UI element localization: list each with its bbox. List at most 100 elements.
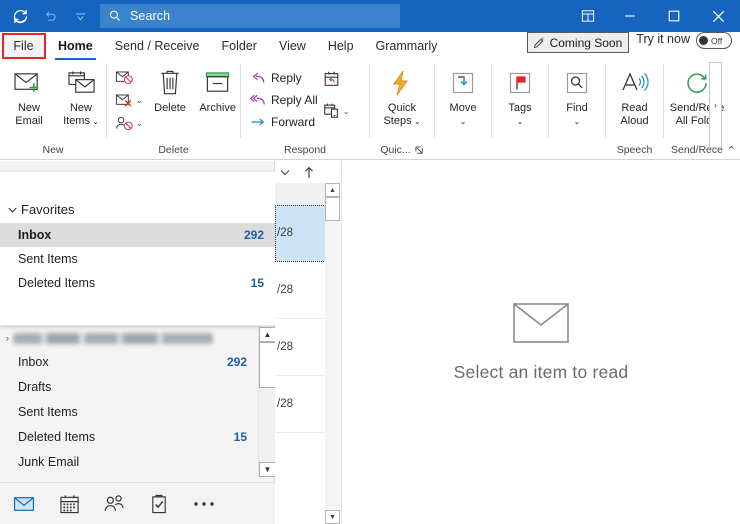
main-area: Favorites Inbox 292 Sent Items Deleted I… (0, 161, 740, 524)
scroll-down-arrow-icon[interactable]: ▼ (259, 462, 276, 477)
ignore-icon (115, 69, 134, 86)
title-bar: Search (0, 0, 740, 32)
folder-item-deleted-items-favorite[interactable]: Deleted Items 15 (0, 271, 275, 295)
tab-folder[interactable]: Folder (211, 32, 268, 60)
forward-label: Forward (271, 115, 315, 129)
close-icon[interactable] (696, 0, 740, 32)
ribbon-group-respond: Reply Reply All (241, 60, 369, 159)
tab-file-label: File (13, 39, 33, 53)
refresh-icon[interactable] (10, 6, 30, 26)
calendar-nav-icon[interactable] (57, 492, 81, 516)
tab-home[interactable]: Home (47, 32, 104, 60)
tab-grammarly-label: Grammarly (376, 39, 438, 53)
favorites-header[interactable]: Favorites (0, 195, 275, 223)
ribbon-group-find: Find⌄ (549, 60, 605, 159)
ribbon-display-options-icon[interactable] (568, 0, 608, 32)
move-button[interactable]: Move⌄ (437, 64, 489, 128)
meeting-reply-button[interactable] (320, 68, 352, 90)
people-nav-icon[interactable] (102, 492, 126, 516)
folder-item-sent-items[interactable]: Sent Items (0, 399, 258, 424)
folder-item-inbox-favorite[interactable]: Inbox 292 (0, 223, 275, 247)
search-input[interactable]: Search (100, 4, 400, 28)
try-it-now-label: Try it now (636, 32, 690, 60)
ribbon-group-quick-steps-label: Quic... (370, 142, 434, 159)
reply-button[interactable]: Reply (247, 67, 318, 89)
chevron-right-icon: › (6, 333, 9, 343)
junk-icon (115, 115, 134, 132)
scrollbar-thumb[interactable] (325, 197, 340, 221)
undo-icon[interactable] (40, 6, 60, 26)
chevron-down-icon[interactable] (279, 166, 291, 178)
message-date: /28 (277, 398, 293, 410)
folder-item-label: Junk Email (18, 455, 247, 469)
tab-file[interactable]: File (0, 32, 47, 60)
folder-item-deleted-items[interactable]: Deleted Items 15 (0, 424, 258, 449)
junk-button[interactable]: ⌄ (113, 112, 145, 134)
minimize-icon[interactable] (608, 0, 652, 32)
search-text: Search (130, 9, 170, 23)
folder-item-inbox[interactable]: Inbox 292 (0, 349, 258, 374)
account-name-row[interactable]: › (0, 327, 258, 349)
folder-item-sent-items-favorite[interactable]: Sent Items (0, 247, 275, 271)
folder-item-drafts[interactable]: Drafts (0, 374, 258, 399)
reply-icon (250, 71, 266, 85)
toggle-knob (699, 36, 708, 45)
folder-item-label: Deleted Items (18, 276, 251, 290)
find-button[interactable]: Find⌄ (551, 64, 603, 128)
message-date: /28 (277, 284, 293, 296)
message-list-scrollbar[interactable]: ▲ ▼ (325, 183, 340, 524)
tab-help[interactable]: Help (317, 32, 365, 60)
scroll-up-arrow-icon[interactable]: ▲ (325, 183, 340, 197)
message-date: /28 (277, 341, 293, 353)
more-respond-button[interactable]: ⌄ (320, 100, 352, 122)
scroll-up-arrow-icon[interactable]: ▲ (259, 327, 276, 342)
read-aloud-label: ReadAloud (620, 102, 648, 127)
find-label: Find⌄ (566, 102, 587, 128)
message-date: /28 (277, 227, 293, 239)
find-magnifier-icon (564, 66, 590, 100)
reply-all-button[interactable]: Reply All (247, 89, 318, 111)
scroll-down-arrow-icon[interactable]: ▼ (325, 510, 340, 524)
folder-item-label: Sent Items (18, 252, 264, 266)
favorites-section: Favorites Inbox 292 Sent Items Deleted I… (0, 172, 275, 326)
folder-pane: Favorites Inbox 292 Sent Items Deleted I… (0, 161, 275, 524)
tab-folder-label: Folder (222, 39, 257, 53)
tab-grammarly[interactable]: Grammarly (365, 32, 449, 60)
ribbon-scroll-right-icon[interactable]: › (709, 62, 722, 148)
new-items-button[interactable]: NewItems ⌄ (56, 64, 106, 128)
folder-item-junk-email[interactable]: Junk Email (0, 449, 258, 474)
folder-pane-scrollbar[interactable]: ▲ ▼ (258, 327, 275, 477)
ribbon-group-tags-label (492, 142, 548, 159)
try-it-now-toggle[interactable]: Off (696, 32, 732, 49)
coming-soon-button[interactable]: Coming Soon (527, 32, 630, 53)
clean-up-button[interactable]: ⌄ (113, 89, 145, 111)
ignore-button[interactable] (113, 66, 145, 88)
collapse-ribbon-icon[interactable]: ⌃ (727, 144, 736, 157)
folder-item-count: 15 (251, 276, 264, 290)
tags-button[interactable]: Tags⌄ (494, 64, 546, 128)
clean-up-icon (115, 92, 134, 109)
forward-button[interactable]: Forward (247, 111, 318, 133)
tab-view[interactable]: View (268, 32, 317, 60)
sort-ascending-arrow-icon[interactable] (303, 166, 315, 179)
tab-send-receive[interactable]: Send / Receive (104, 32, 211, 60)
customize-quick-access-icon[interactable] (70, 6, 90, 26)
dialog-box-launcher-icon[interactable] (415, 146, 424, 155)
archive-button[interactable]: Archive (195, 64, 240, 115)
folder-item-label: Deleted Items (18, 430, 234, 444)
reading-pane: Select an item to read (341, 161, 740, 524)
scrollbar-thumb[interactable] (259, 342, 276, 388)
tasks-nav-icon[interactable] (147, 492, 171, 516)
quick-steps-button[interactable]: QuickSteps ⌄ (372, 64, 432, 128)
reply-all-label: Reply All (271, 93, 318, 107)
mail-nav-icon[interactable] (12, 492, 36, 516)
chevron-down-icon: ⌄ (136, 96, 143, 105)
delete-button[interactable]: Delete (148, 64, 193, 115)
maximize-icon[interactable] (652, 0, 696, 32)
read-aloud-button[interactable]: ReadAloud (608, 64, 662, 127)
move-icon (450, 66, 476, 100)
delete-trash-icon (157, 66, 183, 100)
new-email-button[interactable]: NewEmail (4, 64, 54, 127)
more-nav-icon[interactable] (192, 492, 216, 516)
move-label: Move⌄ (450, 102, 477, 128)
